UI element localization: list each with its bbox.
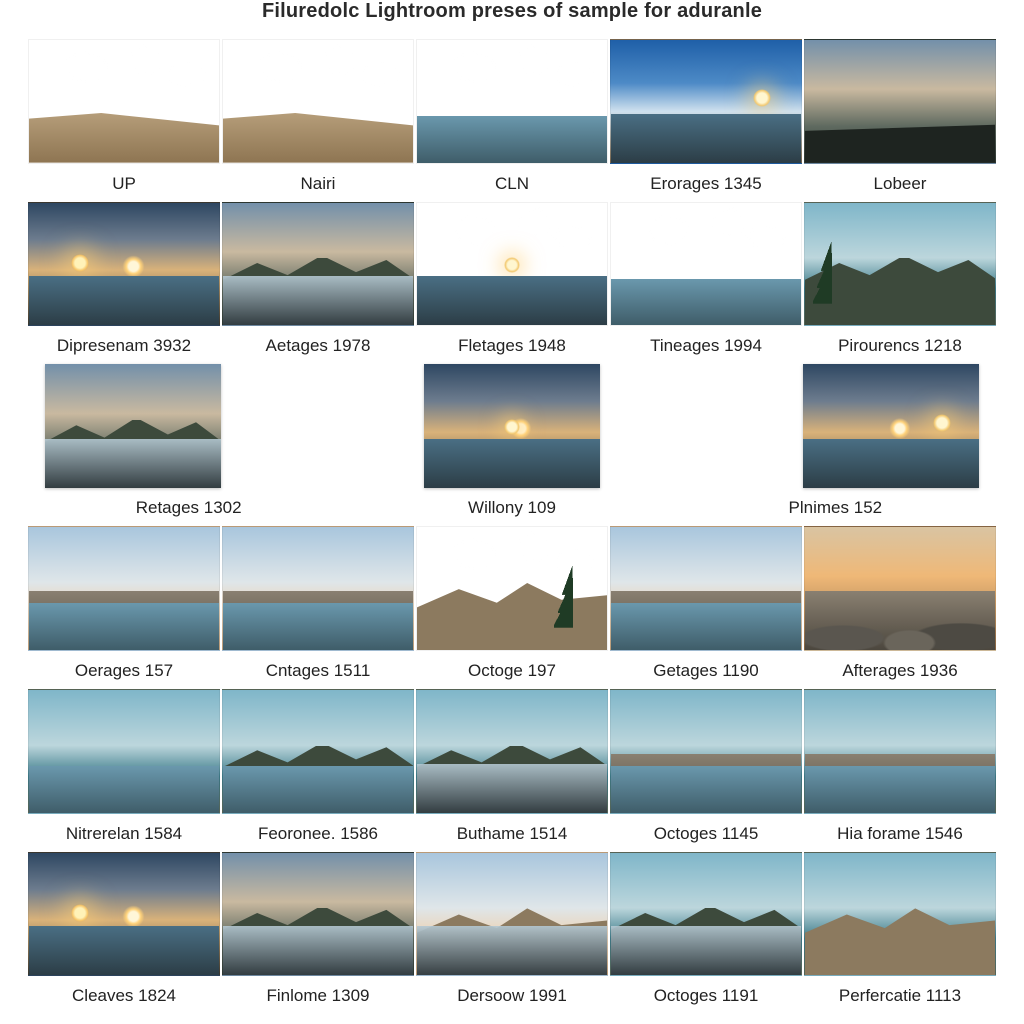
preset-label: Perfercatie 1113 (804, 986, 996, 1006)
preset-thumb[interactable] (28, 689, 220, 814)
preset-thumb[interactable] (45, 364, 221, 488)
preset-gallery-page: Filuredolc Lightroom preses of sample fo… (0, 0, 1024, 1024)
label-row: Retages 1302Willony 109Plnimes 152 (28, 498, 996, 518)
preset-label: Finlome 1309 (222, 986, 414, 1006)
preset-thumb[interactable] (222, 526, 414, 651)
preset-thumb[interactable] (28, 526, 220, 651)
preset-label: Cntages 1511 (222, 661, 414, 681)
thumb-row (28, 364, 996, 488)
preset-thumb[interactable] (28, 202, 220, 327)
preset-label: Lobeer (804, 174, 996, 194)
label-row: UPNairiCLNErorages 1345Lobeer (28, 174, 996, 194)
thumb-row (28, 689, 996, 814)
label-row: Oerages 157Cntages 1511Octoge 197Getages… (28, 661, 996, 681)
preset-thumb[interactable] (804, 39, 996, 164)
preset-label: Aetages 1978 (222, 336, 414, 356)
label-row: Dipresenam 3932Aetages 1978Fletages 1948… (28, 336, 996, 356)
preset-label: Getages 1190 (610, 661, 802, 681)
thumb-row (28, 852, 996, 977)
preset-thumb[interactable] (416, 526, 608, 651)
page-title: Filuredolc Lightroom preses of sample fo… (28, 0, 996, 33)
preset-label: Nairi (222, 174, 414, 194)
preset-thumb[interactable] (803, 364, 979, 488)
preset-label: UP (28, 174, 220, 194)
preset-label: Octoges 1191 (610, 986, 802, 1006)
thumb-row (28, 526, 996, 651)
preset-label: Cleaves 1824 (28, 986, 220, 1006)
preset-thumb[interactable] (28, 39, 220, 164)
preset-label: CLN (416, 174, 608, 194)
preset-thumb[interactable] (222, 39, 414, 164)
preset-thumb[interactable] (610, 202, 802, 327)
preset-label: Octoge 197 (416, 661, 608, 681)
preset-label: Willony 109 (351, 498, 672, 518)
preset-label: Fletages 1948 (416, 336, 608, 356)
preset-label: Nitrerelan 1584 (28, 824, 220, 844)
preset-thumb[interactable] (28, 852, 220, 977)
label-row: Nitrerelan 1584Feoronee. 1586Buthame 151… (28, 824, 996, 844)
preset-label: Feoronee. 1586 (222, 824, 414, 844)
thumb-row (28, 39, 996, 164)
preset-thumb[interactable] (222, 202, 414, 327)
preset-label: Erorages 1345 (610, 174, 802, 194)
preset-thumb[interactable] (804, 852, 996, 977)
preset-label: Buthame 1514 (416, 824, 608, 844)
preset-label: Tineages 1994 (610, 336, 802, 356)
preset-label: Plnimes 152 (675, 498, 996, 518)
preset-thumb[interactable] (804, 689, 996, 814)
preset-thumb[interactable] (222, 852, 414, 977)
preset-label: Afterages 1936 (804, 661, 996, 681)
preset-thumb[interactable] (610, 526, 802, 651)
preset-label: Pirourencs 1218 (804, 336, 996, 356)
preset-thumb[interactable] (416, 202, 608, 327)
preset-label: Dipresenam 3932 (28, 336, 220, 356)
thumb-row (28, 202, 996, 327)
preset-label: Hia forame 1546 (804, 824, 996, 844)
preset-label: Oerages 157 (28, 661, 220, 681)
label-row: Cleaves 1824Finlome 1309Dersoow 1991Octo… (28, 986, 996, 1006)
preset-thumb[interactable] (610, 39, 802, 164)
preset-thumb[interactable] (424, 364, 600, 488)
preset-thumb[interactable] (804, 526, 996, 651)
preset-thumb[interactable] (804, 202, 996, 327)
preset-label: Octoges 1145 (610, 824, 802, 844)
preset-label: Dersoow 1991 (416, 986, 608, 1006)
preset-thumb[interactable] (416, 39, 608, 164)
preset-thumb[interactable] (416, 689, 608, 814)
preset-thumb[interactable] (222, 689, 414, 814)
preset-label: Retages 1302 (28, 498, 349, 518)
preset-thumb[interactable] (610, 852, 802, 977)
preset-thumb[interactable] (610, 689, 802, 814)
preset-thumb[interactable] (416, 852, 608, 977)
